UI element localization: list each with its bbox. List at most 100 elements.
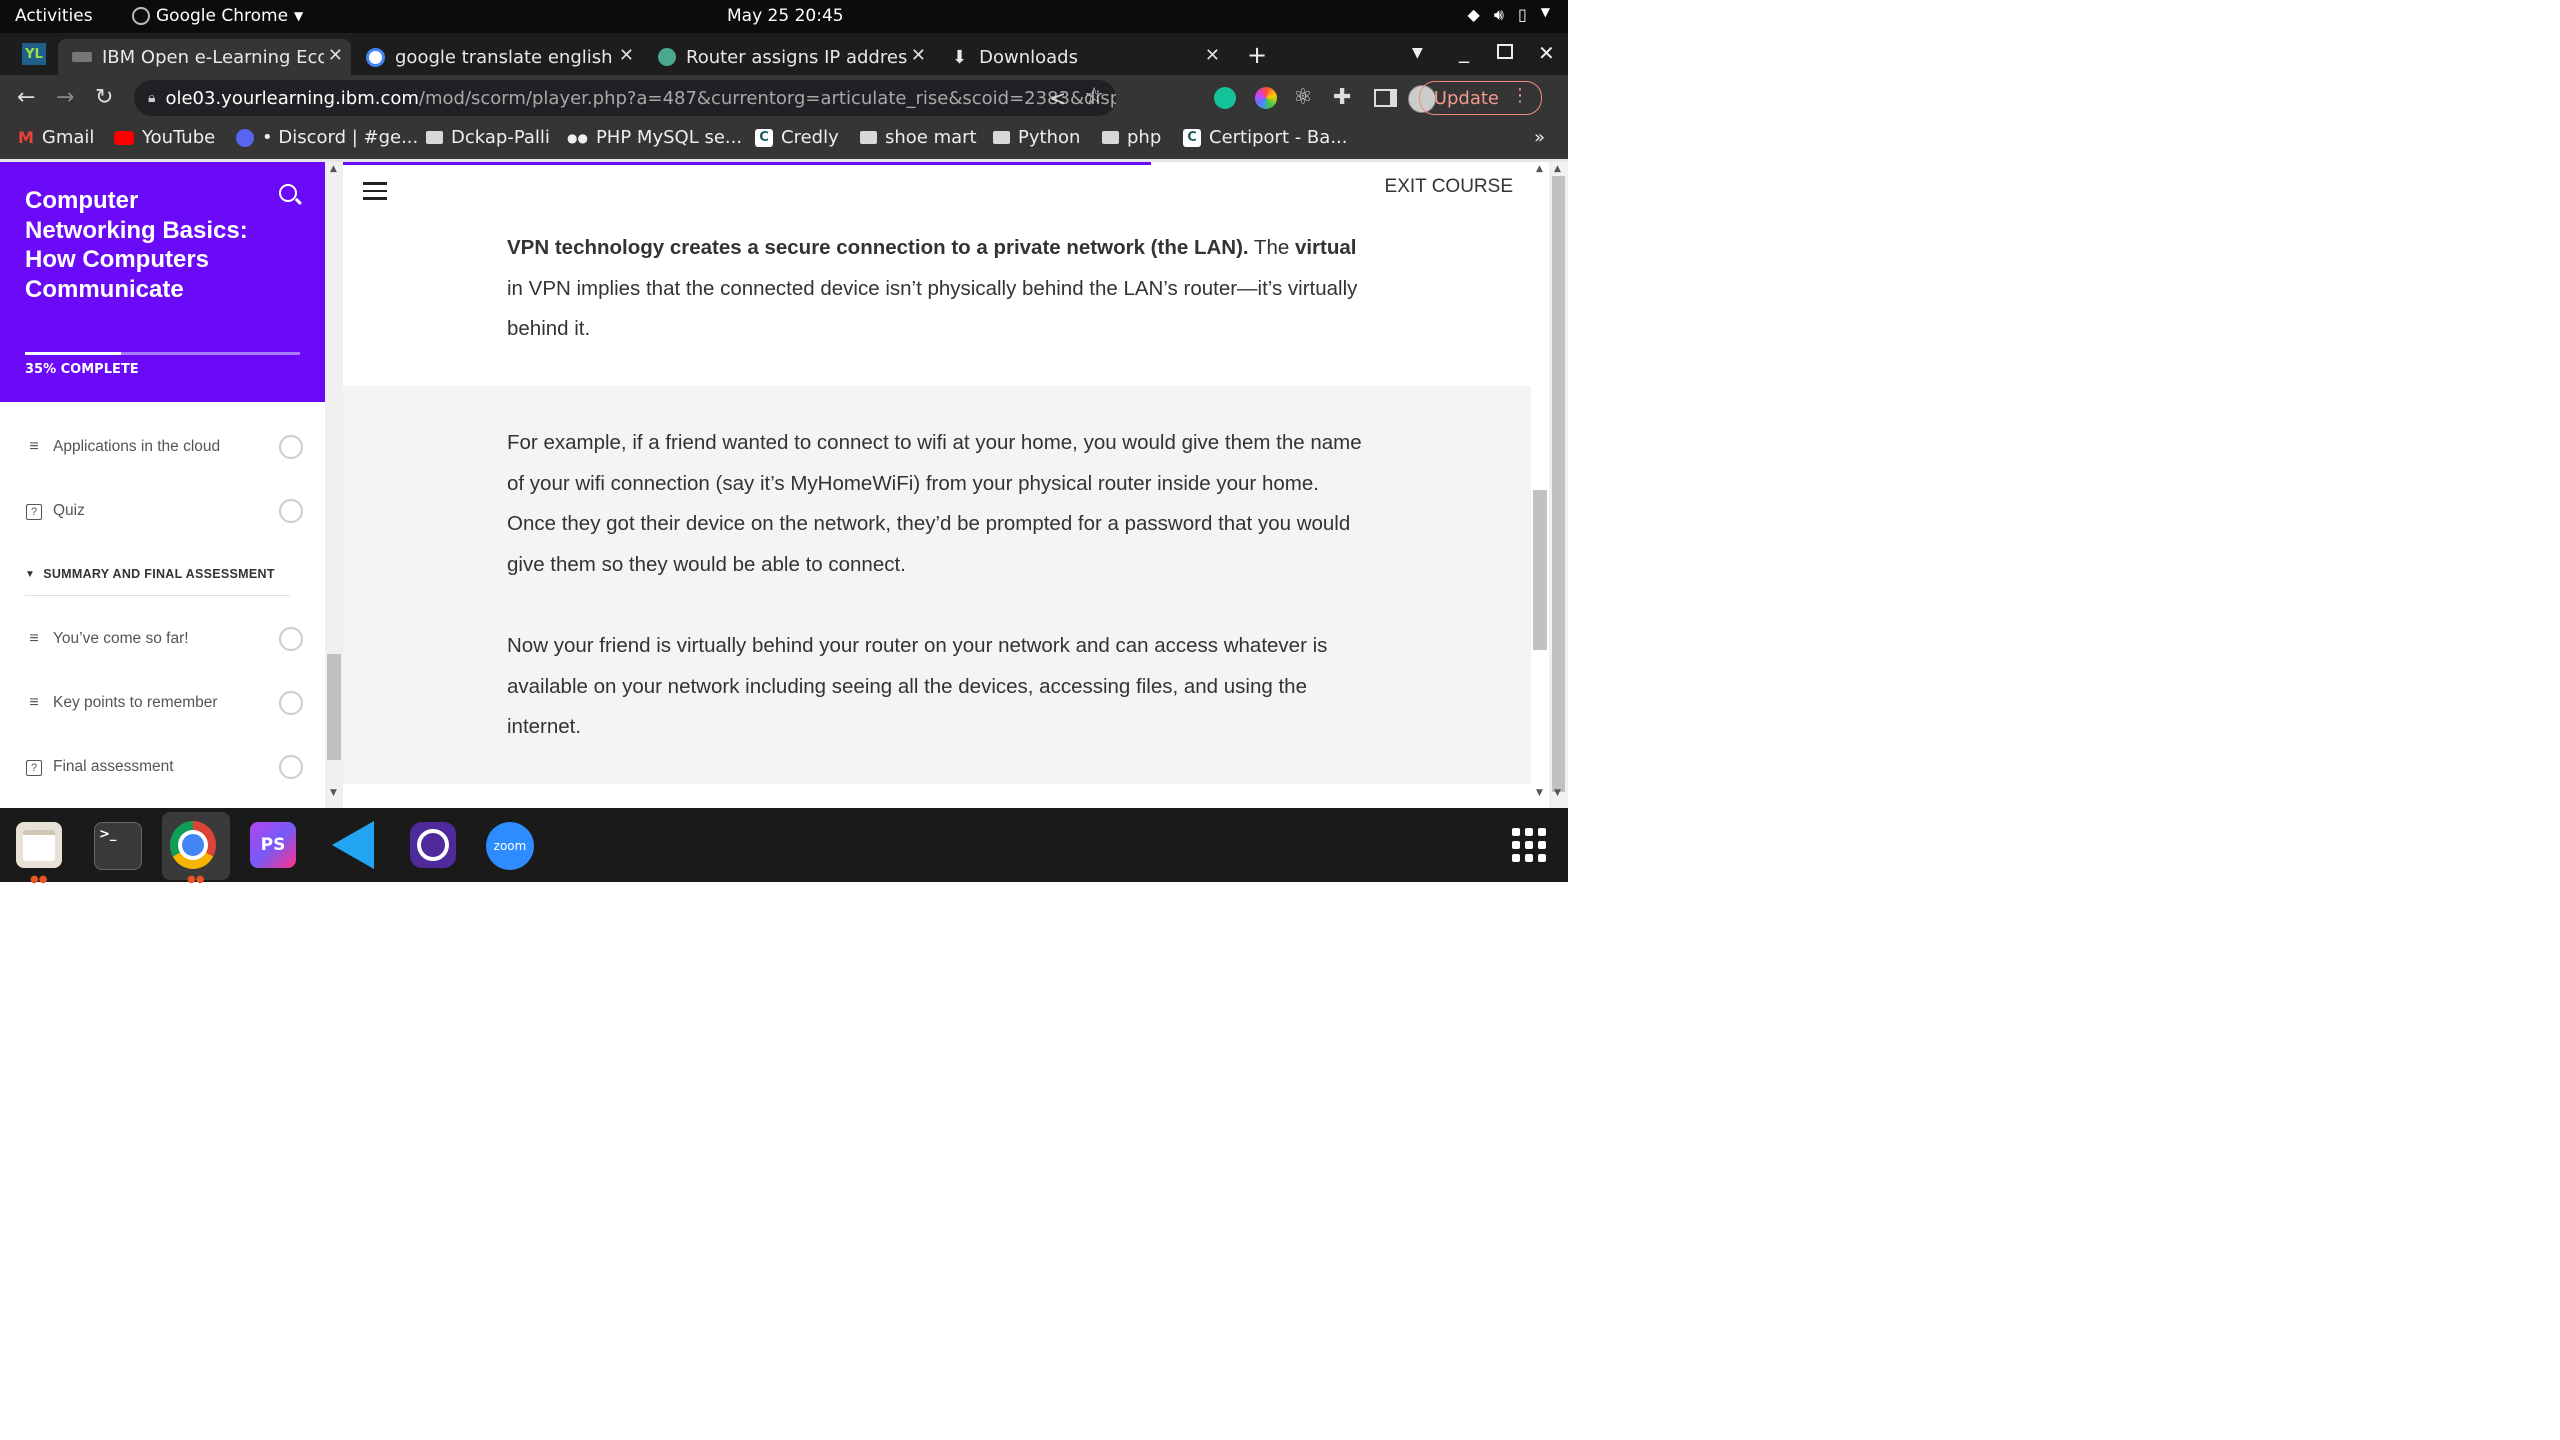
extensions-puzzle-icon[interactable]: ✚ <box>1333 85 1351 110</box>
scroll-up-arrow-icon[interactable]: ▲ <box>1536 164 1543 174</box>
grammarly-extension-icon[interactable] <box>1214 87 1236 109</box>
chrome-icon <box>170 821 216 869</box>
address-bar[interactable]: 🔒︎ ole03.yourlearning.ibm.com/mod/scorm/… <box>134 80 1116 116</box>
system-top-bar: Activities Google Chrome ▼ May 25 20:45 … <box>0 0 1568 33</box>
close-tab-icon[interactable]: ✕ <box>1205 45 1220 66</box>
course-progress-bar <box>25 352 300 355</box>
dock-zoom[interactable]: zoom <box>486 822 534 870</box>
dock-screen-recorder[interactable] <box>410 822 456 868</box>
react-devtools-icon[interactable]: ⚛ <box>1293 85 1313 110</box>
scroll-down-arrow-icon[interactable]: ▼ <box>330 788 337 798</box>
close-tab-icon[interactable]: ✕ <box>614 45 634 66</box>
folder-icon <box>993 131 1010 144</box>
bookmark-certiport[interactable]: C Certiport - Ba... <box>1183 127 1347 148</box>
content-scrollbar-thumb[interactable] <box>1533 490 1547 650</box>
page-scrollbar-thumb[interactable] <box>1552 176 1565 792</box>
ibm-favicon-icon <box>72 52 92 62</box>
section-summary-and-final-assessment[interactable]: ▼ SUMMARY AND FINAL ASSESSMENT <box>25 559 305 589</box>
close-window-icon[interactable]: ✕ <box>1538 41 1555 65</box>
tab-label: IBM Open e-Learning Eco <box>102 46 329 68</box>
course-title: Computer Networking Basics: How Computer… <box>25 187 248 303</box>
bookmark-gmail[interactable]: M Gmail <box>18 127 94 148</box>
scroll-up-arrow-icon[interactable]: ▲ <box>1554 164 1561 174</box>
certiport-icon: C <box>1183 128 1201 147</box>
tab-router-assigns[interactable]: Router assigns IP address ✕ <box>644 39 934 75</box>
tab-ibm-open-elearning[interactable]: IBM Open e-Learning Eco ✕ <box>58 39 351 75</box>
bookmark-php[interactable]: php <box>1102 127 1161 148</box>
lesson-status-circle <box>279 691 303 715</box>
chevron-down-icon: ▼ <box>294 9 304 23</box>
app-menu[interactable]: Google Chrome ▼ <box>132 6 303 26</box>
reload-icon[interactable]: ↻ <box>95 85 113 110</box>
clock[interactable]: May 25 20:45 <box>727 6 844 26</box>
paragraph-virtually-behind: Now your friend is virtually behind your… <box>507 634 1328 738</box>
bookmark-dckap-palli[interactable]: Dckap-Palli <box>426 127 550 148</box>
minimize-window-icon[interactable]: _ <box>1459 39 1469 63</box>
discord-icon <box>236 128 254 147</box>
lesson-final-assessment[interactable]: ? Final assessment <box>25 752 305 782</box>
bookmark-python[interactable]: Python <box>993 127 1080 148</box>
bookmark-shoe-mart[interactable]: shoe mart <box>860 127 977 148</box>
lesson-label: Quiz <box>53 502 85 519</box>
bookmark-discord[interactable]: • Discord | #ge... <box>236 127 418 148</box>
scroll-up-arrow-icon[interactable]: ▲ <box>330 164 337 174</box>
folder-icon <box>1102 131 1119 144</box>
exit-course-link[interactable]: EXIT COURSE <box>1385 176 1513 198</box>
bookmark-label: shoe mart <box>885 127 977 148</box>
close-tab-icon[interactable]: ✕ <box>906 45 926 66</box>
scroll-down-arrow-icon[interactable]: ▼ <box>1554 788 1561 798</box>
lesson-progress-indicator <box>343 162 1151 165</box>
paragraph-text: in VPN implies that the connected device… <box>507 276 1358 341</box>
sidebar-scrollbar-thumb[interactable] <box>327 654 341 760</box>
lesson-key-points-to-remember[interactable]: ≡ Key points to remember <box>25 688 305 718</box>
page-scrollbar[interactable]: ▲ ▼ <box>1549 162 1568 808</box>
forward-arrow-icon[interactable]: → <box>56 85 74 110</box>
dock-files[interactable] <box>16 822 62 868</box>
menu-hamburger-icon[interactable] <box>363 182 387 200</box>
url-path: /mod/scorm/player.php?a=487&currentorg=a… <box>418 87 1116 109</box>
system-tray[interactable]: ◆ 🔊︎ ▯ ▼ <box>1468 5 1550 25</box>
restore-window-icon[interactable] <box>1497 44 1513 59</box>
tab-label: Downloads <box>979 46 1078 68</box>
bookmark-label: • Discord | #ge... <box>262 127 419 148</box>
course-sidebar-header: Computer Networking Basics: How Computer… <box>0 162 325 402</box>
share-icon[interactable]: < <box>1049 86 1066 110</box>
lesson-status-circle <box>279 435 303 459</box>
tab-google-translate[interactable]: google translate english t ✕ <box>352 39 642 75</box>
dock-phpstorm[interactable]: PS <box>250 822 296 868</box>
tab-search-chevron-icon[interactable]: ▼ <box>1412 45 1423 61</box>
color-picker-extension-icon[interactable] <box>1255 87 1277 109</box>
course-progress-label: 35% COMPLETE <box>25 362 139 377</box>
folder-icon <box>426 131 443 144</box>
dock-vscode[interactable] <box>330 821 376 869</box>
bookmark-credly[interactable]: C Credly <box>755 127 839 148</box>
tab-search-app-icon[interactable]: YL <box>22 43 46 65</box>
content-scrollbar[interactable]: ▲ ▼ <box>1531 162 1549 808</box>
activities-button[interactable]: Activities <box>15 6 93 26</box>
os-dock: ●● >_ ●● PS zoom <box>0 808 1568 885</box>
sidebar-scrollbar[interactable]: ▲ ▼ <box>325 162 343 808</box>
close-tab-icon[interactable]: ✕ <box>323 45 343 66</box>
side-panel-icon[interactable] <box>1374 89 1397 107</box>
lesson-youve-come-so-far[interactable]: ≡ You’ve come so far! <box>25 624 305 654</box>
update-button[interactable]: Update ⋮ <box>1418 81 1542 115</box>
tab-downloads[interactable]: ⬇ Downloads ✕ <box>936 39 1228 75</box>
credly-icon: C <box>755 128 773 147</box>
kebab-menu-icon[interactable]: ⋮ <box>1511 85 1529 106</box>
lesson-applications-in-the-cloud[interactable]: ≡ Applications in the cloud <box>25 432 305 462</box>
bookmark-star-icon[interactable]: ☆ <box>1084 84 1104 109</box>
lesson-quiz[interactable]: ? Quiz <box>25 496 305 526</box>
new-tab-button[interactable]: + <box>1247 41 1267 69</box>
url-host: ole03.yourlearning.ibm.com <box>165 87 419 109</box>
running-indicator: ●● <box>30 874 48 885</box>
bookmark-youtube[interactable]: YouTube <box>114 127 215 148</box>
bookmarks-overflow-button[interactable]: » <box>1534 127 1545 148</box>
volume-icon: 🔊︎ <box>1493 5 1504 24</box>
back-arrow-icon[interactable]: ← <box>17 85 35 110</box>
dock-terminal[interactable]: >_ <box>94 822 142 870</box>
scroll-down-arrow-icon[interactable]: ▼ <box>1536 788 1543 798</box>
dock-chrome[interactable] <box>170 821 216 869</box>
show-applications-grid-icon[interactable] <box>1512 828 1546 862</box>
bookmark-php-mysql[interactable]: ●● PHP MySQL se... <box>567 127 742 148</box>
lesson-status-circle <box>279 499 303 523</box>
